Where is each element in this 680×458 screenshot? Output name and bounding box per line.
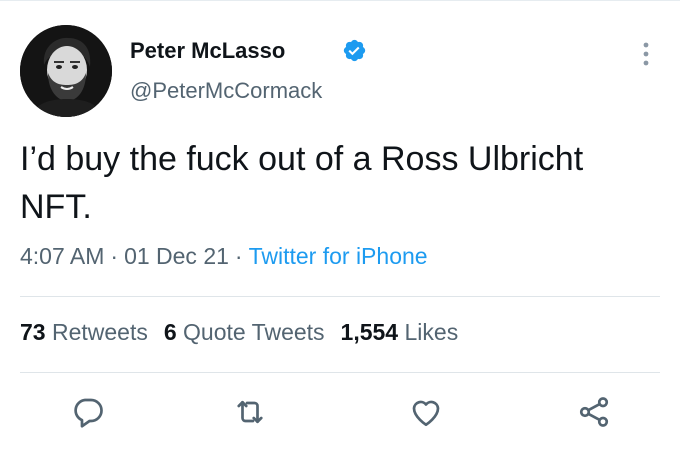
tweet-time[interactable]: 4:07 AM — [20, 243, 104, 269]
quote-tweets-count: 6 — [163, 319, 177, 345]
verified-badge-icon — [342, 38, 367, 63]
share-icon[interactable] — [576, 394, 612, 430]
likes-stat[interactable]: 1,554 Likes — [341, 319, 459, 345]
more-vertical-icon[interactable] — [636, 38, 656, 70]
tweet-card: Peter McLasso @PeterMcCormack I’d buy th… — [0, 0, 680, 458]
tweet-meta: 4:07 AM · 01 Dec 21 · Twitter for iPhone — [20, 243, 428, 270]
tweet-stats: 73 Retweets 6 Quote Tweets 1,554 Likes — [20, 319, 474, 346]
retweets-stat[interactable]: 73 Retweets — [20, 319, 148, 345]
author-handle[interactable]: @PeterMcCormack — [130, 78, 322, 104]
meta-separator: · — [234, 243, 243, 269]
author-display-name[interactable]: Peter McLasso — [130, 38, 285, 64]
divider — [20, 296, 660, 297]
divider — [20, 372, 660, 373]
meta-separator: · — [110, 243, 119, 269]
avatar[interactable] — [20, 25, 112, 117]
reply-icon[interactable] — [70, 394, 106, 430]
likes-label: Likes — [404, 319, 459, 345]
heart-icon[interactable] — [408, 394, 444, 430]
tweet-source-link[interactable]: Twitter for iPhone — [249, 243, 428, 269]
retweets-count: 73 — [20, 319, 46, 345]
action-bar — [0, 388, 680, 438]
likes-count: 1,554 — [340, 319, 399, 345]
tweet-text: I’d buy the fuck out of a Ross Ulbricht … — [20, 140, 584, 226]
retweet-icon[interactable] — [232, 394, 268, 430]
avatar-image — [20, 25, 112, 117]
quote-tweets-stat[interactable]: 6 Quote Tweets — [164, 319, 325, 345]
retweets-label: Retweets — [51, 319, 148, 345]
top-divider — [0, 0, 680, 1]
tweet-date[interactable]: 01 Dec 21 — [124, 243, 229, 269]
quote-tweets-label: Quote Tweets — [183, 319, 325, 345]
